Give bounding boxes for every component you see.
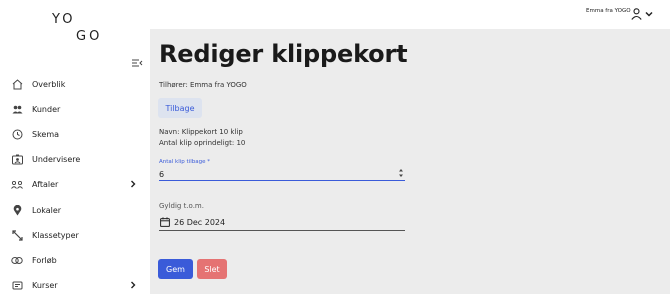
tag-arrows-icon [11, 229, 23, 241]
sidebar-item-label: Lokaler [32, 205, 62, 215]
number-stepper-icon[interactable] [398, 167, 404, 179]
sidebar-item-undervisere[interactable]: Undervisere [0, 148, 150, 170]
location-pin-icon [11, 204, 23, 216]
user-name[interactable]: Emma fra YOGO [586, 8, 631, 14]
valid-until-label: Gyldig t.o.m. [159, 202, 204, 210]
sidebar-item-aftaler[interactable]: Aftaler [0, 173, 150, 195]
sidebar-item-label: Overblik [32, 79, 66, 89]
user-icon[interactable] [631, 8, 642, 20]
sidebar-item-lokaler[interactable]: Lokaler [0, 199, 150, 221]
chevron-right-icon [131, 180, 136, 188]
home-icon [11, 78, 23, 90]
owner-text: Tilhører: Emma fra YOGO [159, 81, 247, 89]
sidebar-item-overblik[interactable]: Overblik [0, 73, 150, 95]
yogo-logo[interactable]: YO GO [52, 12, 102, 44]
back-button[interactable]: Tilbage [158, 98, 202, 118]
original-clips-text: Antal klip oprindeligt: 10 [159, 139, 246, 147]
course-icon [11, 279, 23, 291]
logo-line-2: GO [76, 29, 103, 44]
sidebar-item-label: Forløb [32, 255, 57, 265]
chevron-down-icon[interactable] [645, 11, 653, 18]
valid-until-field[interactable]: 26 Dec 2024 [159, 215, 405, 231]
sidebar-item-kunder[interactable]: Kunder [0, 98, 150, 120]
page-title: Rediger klippekort [159, 40, 408, 68]
sidebar-item-label: Kurser [32, 280, 58, 290]
delete-button[interactable]: Slet [197, 259, 227, 279]
clock-icon [11, 128, 23, 140]
id-card-icon [11, 153, 23, 165]
card-name-text: Navn: Klippekort 10 klip [159, 128, 243, 136]
group-icon [11, 178, 23, 190]
sidebar-item-skema[interactable]: Skema [0, 123, 150, 145]
sidebar-item-label: Kunder [32, 104, 61, 114]
valid-until-value: 26 Dec 2024 [174, 218, 226, 227]
sidebar-item-label: Skema [32, 129, 60, 139]
sidebar: YO GO Overblik Kunder Skema Undervisere [0, 0, 150, 294]
chevron-right-icon [131, 281, 136, 289]
save-button[interactable]: Gem [158, 259, 193, 279]
link-icon [11, 254, 23, 266]
sidebar-item-label: Undervisere [32, 154, 81, 164]
required-mark: * [207, 159, 210, 165]
clips-back-label: Antal klip tilbage * [159, 159, 210, 165]
sidebar-item-klassetyper[interactable]: Klassetyper [0, 224, 150, 246]
people-icon [11, 103, 23, 115]
clips-back-input[interactable] [159, 168, 405, 181]
main-content [150, 29, 670, 294]
sidebar-item-kurser[interactable]: Kurser [0, 274, 150, 294]
logo-line-1: YO [52, 12, 76, 27]
collapse-menu-icon[interactable] [131, 57, 143, 69]
sidebar-item-forlob[interactable]: Forløb [0, 249, 150, 271]
clips-back-label-text: Antal klip tilbage [159, 159, 206, 165]
calendar-icon[interactable] [160, 217, 170, 227]
sidebar-item-label: Klassetyper [32, 230, 79, 240]
sidebar-item-label: Aftaler [32, 179, 59, 189]
